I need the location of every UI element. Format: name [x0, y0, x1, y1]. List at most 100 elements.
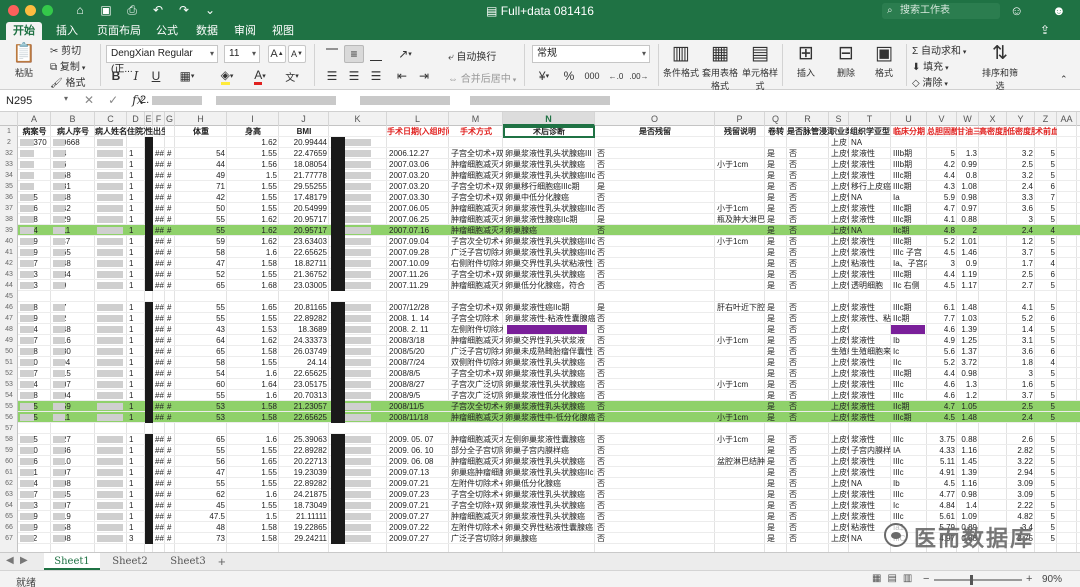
cut-button[interactable]: ✂ 剪切: [50, 42, 81, 57]
cell-q[interactable]: 是: [765, 225, 787, 236]
column-title-s[interactable]: 职业类: [829, 126, 849, 137]
table-row[interactable]: 37991821###551.5522.892822008. 1. 14子宫全切…: [18, 313, 1080, 324]
cell-p[interactable]: 小于1cm: [715, 379, 765, 390]
share-icon[interactable]: ⇪: [1040, 23, 1050, 37]
sheet-tab-sheet1[interactable]: Sheet1: [44, 553, 100, 570]
cell-z[interactable]: 5: [1035, 489, 1057, 500]
cell-z[interactable]: 4: [1035, 258, 1057, 269]
cell-p[interactable]: 小于1cm: [715, 203, 765, 214]
row-header[interactable]: 65: [0, 511, 18, 522]
cell-h[interactable]: 65: [175, 280, 227, 291]
cell-j[interactable]: 22.89282: [279, 478, 329, 489]
cell-r[interactable]: 否: [787, 412, 829, 423]
cell-z[interactable]: 5: [1035, 456, 1057, 467]
cell-o[interactable]: 否: [595, 533, 715, 544]
cell-t[interactable]: 浆液性: [849, 456, 891, 467]
cell-s[interactable]: 上皮性: [829, 324, 849, 335]
cell-v[interactable]: 4.7: [927, 401, 957, 412]
cell-s[interactable]: 上皮性: [829, 192, 849, 203]
cell-f[interactable]: ##: [153, 489, 165, 500]
cell-p[interactable]: 肝右叶近下腔: [715, 302, 765, 313]
column-title-h[interactable]: 体重: [175, 126, 227, 137]
cell-d[interactable]: 1: [127, 511, 145, 522]
cell-l[interactable]: 2008/3/18: [387, 335, 449, 346]
cell-y[interactable]: 3.22: [1007, 456, 1035, 467]
column-header-g[interactable]: G: [165, 112, 175, 126]
cell-j[interactable]: 18.08054: [279, 159, 329, 170]
table-row[interactable]: [18, 291, 1080, 302]
cell-y[interactable]: 3.7: [1007, 247, 1035, 258]
cell-h[interactable]: 44: [175, 159, 227, 170]
cell-d[interactable]: 1: [127, 401, 145, 412]
cell-m[interactable]: 肿瘤细胞减灭术: [449, 225, 503, 236]
cell-d[interactable]: 1: [127, 368, 145, 379]
cell-h[interactable]: 65: [175, 434, 227, 445]
decrease-decimal-button[interactable]: .00→: [628, 67, 650, 85]
cell-l[interactable]: 2009.07.21: [387, 500, 449, 511]
column-title-f[interactable]: 出生: [153, 126, 165, 137]
cell-t[interactable]: 浆液性: [849, 236, 891, 247]
cell-h[interactable]: 73: [175, 533, 227, 544]
cell-d[interactable]: 1: [127, 500, 145, 511]
cell-h[interactable]: 55: [175, 225, 227, 236]
cell-r[interactable]: 否: [787, 324, 829, 335]
cell-t[interactable]: 浆液性: [849, 302, 891, 313]
cell-g[interactable]: #: [165, 456, 175, 467]
cell-r[interactable]: 否: [787, 511, 829, 522]
cell-o[interactable]: 否: [595, 258, 715, 269]
align-middle-button[interactable]: ≡: [344, 45, 364, 63]
row-header[interactable]: 46: [0, 302, 18, 313]
cell-i[interactable]: 1.55: [227, 478, 279, 489]
row-header[interactable]: 33: [0, 159, 18, 170]
cell-t[interactable]: 浆液性: [849, 247, 891, 258]
cell-j[interactable]: 20.95717: [279, 214, 329, 225]
cell-i[interactable]: 1.62: [227, 236, 279, 247]
formula-input[interactable]: 2.: [140, 94, 149, 106]
cell-t[interactable]: 浆液性: [849, 357, 891, 368]
tab-data[interactable]: 数据: [190, 22, 224, 40]
cell-f[interactable]: ##: [153, 214, 165, 225]
cell-r[interactable]: 否: [787, 478, 829, 489]
column-header-j[interactable]: J: [279, 112, 329, 126]
cell-h[interactable]: 59: [175, 236, 227, 247]
cell-r[interactable]: 否: [787, 236, 829, 247]
cell-g[interactable]: #: [165, 489, 175, 500]
row-header[interactable]: 54: [0, 390, 18, 401]
cell-t[interactable]: 浆液性: [849, 489, 891, 500]
zoom-slider-handle[interactable]: [970, 575, 973, 585]
cell-v[interactable]: 4.5: [927, 478, 957, 489]
cell-j[interactable]: 23.63403: [279, 236, 329, 247]
row-header[interactable]: 61: [0, 467, 18, 478]
cell-z[interactable]: 5: [1035, 401, 1057, 412]
cell-u[interactable]: IIIc: [891, 434, 927, 445]
cell-s[interactable]: 上皮性: [829, 522, 849, 533]
cell-p[interactable]: 小于1cm: [715, 412, 765, 423]
cell-m[interactable]: 肿瘤细胞减灭术: [449, 214, 503, 225]
font-size-select[interactable]: 11 ▾: [224, 45, 260, 63]
cell-u[interactable]: IIIc期: [891, 412, 927, 423]
cell-m[interactable]: 广泛子宫切除术: [449, 346, 503, 357]
decrease-indent-button[interactable]: ⇤: [392, 67, 412, 85]
cell-q[interactable]: 是: [765, 445, 787, 456]
cell-z[interactable]: 5: [1035, 434, 1057, 445]
cell-u[interactable]: IIIc: [891, 390, 927, 401]
cell-g[interactable]: #: [165, 500, 175, 511]
cell-g[interactable]: #: [165, 269, 175, 280]
cell-v[interactable]: 4.4: [927, 170, 957, 181]
column-header-m[interactable]: M: [449, 112, 503, 126]
cell-j[interactable]: 29.55255: [279, 181, 329, 192]
cell-u[interactable]: IIc: [891, 357, 927, 368]
cell-g[interactable]: #: [165, 159, 175, 170]
column-header-aa[interactable]: AA: [1057, 112, 1077, 126]
cell-l[interactable]: 2007.03.30: [387, 192, 449, 203]
cell-t[interactable]: 浆液性: [849, 368, 891, 379]
collapse-ribbon-icon[interactable]: ⌃: [1060, 74, 1068, 85]
cell-y[interactable]: 2.4: [1007, 181, 1035, 192]
cell-l[interactable]: 2007.11.26: [387, 269, 449, 280]
cell-i[interactable]: 1.55: [227, 181, 279, 192]
cell-v[interactable]: 4.3: [927, 181, 957, 192]
cell-d[interactable]: 1: [127, 159, 145, 170]
cell-i[interactable]: 1.62: [227, 335, 279, 346]
row-header[interactable]: 35: [0, 181, 18, 192]
cell-f[interactable]: ##: [153, 478, 165, 489]
